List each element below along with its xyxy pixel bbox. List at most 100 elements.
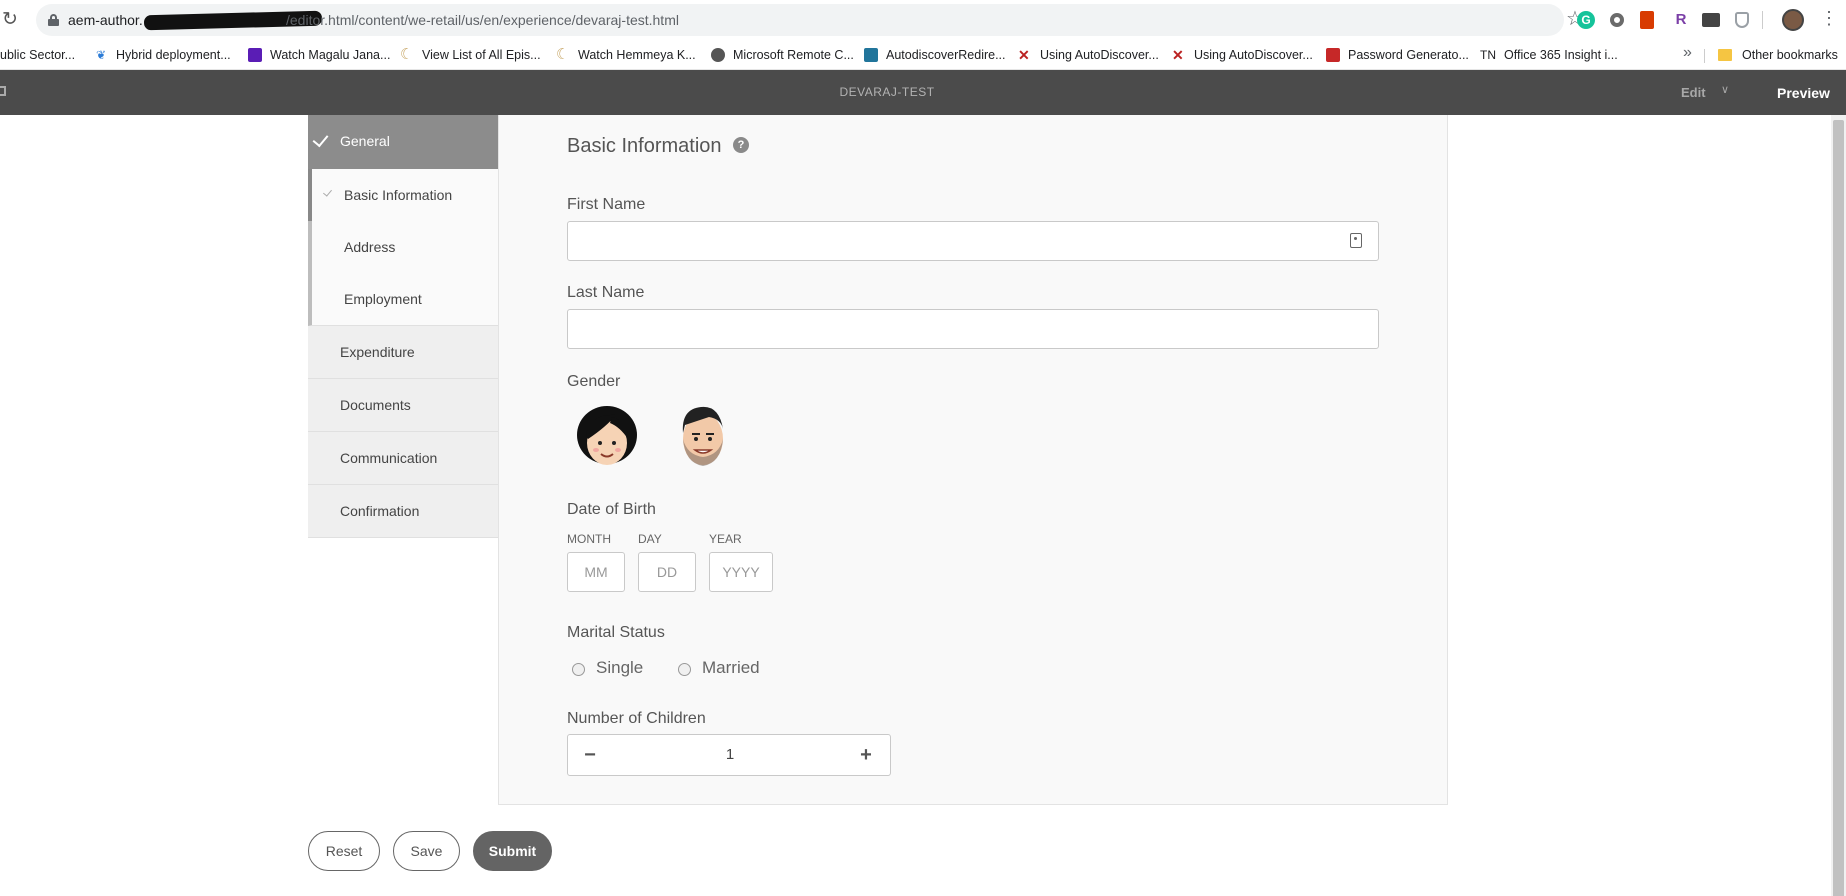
section-title: Basic Information — [567, 135, 722, 157]
nav-item-label: Communication — [340, 450, 438, 466]
bookmark-label: Watch Magalu Jana... — [270, 48, 391, 62]
moon-icon: ☾ — [556, 46, 570, 63]
bookmark-label: Password Generato... — [1348, 48, 1469, 62]
first-name-label: First Name — [567, 196, 646, 213]
nav-item-label: Confirmation — [340, 503, 420, 519]
bookmark-label: ublic Sector... — [0, 48, 76, 62]
bookmarks-divider — [1704, 49, 1705, 63]
last-name-label: Last Name — [567, 284, 645, 301]
checkmark-icon — [312, 130, 329, 148]
url-host: aem-author. — [68, 12, 143, 28]
chevron-down-icon[interactable]: ∨ — [1721, 83, 1729, 96]
edit-mode-button[interactable]: Edit — [1681, 85, 1706, 100]
bookmark-item[interactable]: ublic Sector... — [0, 44, 75, 66]
nav-item-label: Basic Information — [344, 187, 453, 203]
first-name-field[interactable] — [567, 221, 1379, 261]
bookmark-item[interactable]: ✕ Using AutoDiscover... — [1172, 44, 1313, 66]
tn-icon: TN — [1480, 48, 1496, 62]
dob-day-field[interactable]: DD — [638, 552, 696, 592]
bookmark-item[interactable]: AutodiscoverRedire... — [864, 44, 1006, 66]
bookmark-label: Office 365 Insight i... — [1504, 48, 1618, 62]
nav-item-label: Address — [344, 239, 396, 255]
nav-sub-item-address[interactable]: Address — [312, 221, 498, 273]
nav-item-confirmation[interactable]: Confirmation — [308, 485, 498, 538]
nav-item-label: Employment — [344, 291, 422, 307]
save-button[interactable]: Save — [393, 831, 460, 871]
browser-menu-icon[interactable]: ⋮ — [1820, 8, 1838, 28]
bookmark-label: Using AutoDiscover... — [1194, 48, 1313, 62]
lock-icon[interactable] — [48, 14, 59, 26]
hybrid-icon: ❦ — [94, 48, 108, 62]
nav-sub-item-employment[interactable]: Employment — [312, 273, 498, 325]
gender-label: Gender — [567, 373, 621, 390]
bookmark-label: Other bookmarks — [1742, 48, 1838, 62]
folder-icon — [1718, 49, 1732, 61]
marital-married-label[interactable]: Married — [702, 658, 760, 678]
children-count[interactable]: 1 — [568, 746, 892, 763]
children-label: Number of Children — [567, 710, 706, 727]
last-name-field[interactable] — [567, 309, 1379, 349]
marital-married-radio[interactable] — [678, 663, 691, 676]
profile-avatar[interactable] — [1782, 9, 1804, 31]
bookmark-item[interactable]: ☾ Watch Hemmeya K... — [556, 44, 696, 66]
dob-month-label: MONTH — [567, 532, 611, 546]
address-bar[interactable]: aem-author. /editor.html/content/we-reta… — [36, 4, 1584, 36]
voot-icon — [248, 48, 262, 62]
increment-button[interactable]: + — [856, 745, 876, 765]
bookmark-label: View List of All Epis... — [422, 48, 541, 62]
bookmark-item[interactable]: TN Office 365 Insight i... — [1480, 44, 1618, 66]
browser-toolbar: ↻ aem-author. /editor.html/content/we-re… — [0, 0, 1846, 40]
password-extension-icon[interactable] — [1702, 13, 1720, 27]
dob-day-label: DAY — [638, 532, 662, 546]
form-panel: Basic Information ? First Name Last Name… — [498, 115, 1448, 805]
bookmark-item[interactable]: Watch Magalu Jana... — [248, 44, 390, 66]
nav-item-label: Expenditure — [340, 344, 415, 360]
dob-year-label: YEAR — [709, 532, 742, 546]
marital-single-label[interactable]: Single — [596, 658, 643, 678]
dob-label: Date of Birth — [567, 501, 656, 518]
bookmark-label: Hybrid deployment... — [116, 48, 231, 62]
reset-button[interactable]: Reset — [308, 831, 380, 871]
password-icon — [1326, 48, 1340, 62]
submit-button[interactable]: Submit — [473, 831, 552, 871]
marital-single-radio[interactable] — [572, 663, 585, 676]
children-stepper: − 1 + — [567, 734, 891, 776]
bookmark-label: AutodiscoverRedire... — [886, 48, 1006, 62]
wordpress-icon — [864, 48, 878, 62]
office-extension-icon[interactable] — [1640, 11, 1654, 29]
nav-sub-item-basic-information[interactable]: Basic Information — [308, 169, 498, 221]
nav-item-general[interactable]: General — [308, 115, 498, 169]
bookmark-item[interactable]: ☾ View List of All Epis... — [400, 44, 541, 66]
contact-card-icon — [1350, 233, 1362, 248]
bookmark-label: Microsoft Remote C... — [733, 48, 854, 62]
nav-item-expenditure[interactable]: Expenditure — [308, 326, 498, 379]
extension-circle-icon[interactable] — [1610, 13, 1624, 27]
bookmark-item[interactable]: ✕ Using AutoDiscover... — [1018, 44, 1159, 66]
editor-toolbar: DEVARAJ-TEST Edit ∨ Preview — [0, 70, 1846, 115]
x-icon: ✕ — [1018, 47, 1030, 63]
bookmark-item[interactable]: Microsoft Remote C... — [711, 44, 854, 66]
other-bookmarks[interactable]: Other bookmarks — [1718, 44, 1838, 66]
page-title: DEVARAJ-TEST — [839, 85, 935, 99]
nav-item-communication[interactable]: Communication — [308, 432, 498, 485]
reload-icon[interactable]: ↻ — [2, 8, 22, 32]
dob-month-field[interactable]: MM — [567, 552, 625, 592]
r-extension-icon[interactable]: R — [1672, 11, 1690, 29]
moon-icon: ☾ — [400, 46, 414, 63]
nav-item-label: General — [340, 133, 390, 149]
checkmark-icon — [323, 187, 332, 197]
dob-year-field[interactable]: YYYY — [709, 552, 773, 592]
grammarly-extension-icon[interactable]: G — [1577, 11, 1595, 29]
help-icon[interactable]: ? — [733, 137, 749, 153]
bookmark-item[interactable]: ❦ Hybrid deployment... — [94, 44, 231, 66]
scrollbar-thumb[interactable] — [1833, 120, 1844, 896]
shield-extension-icon[interactable] — [1735, 12, 1749, 28]
globe-icon — [711, 48, 725, 62]
nav-item-documents[interactable]: Documents — [308, 379, 498, 432]
preview-button[interactable]: Preview — [1777, 85, 1830, 101]
female-avatar-option[interactable] — [576, 405, 638, 469]
toolbar-divider — [1762, 11, 1763, 29]
male-avatar-option[interactable] — [679, 403, 727, 469]
bookmark-item[interactable]: Password Generato... — [1326, 44, 1469, 66]
more-bookmarks-icon[interactable]: » — [1683, 44, 1692, 62]
